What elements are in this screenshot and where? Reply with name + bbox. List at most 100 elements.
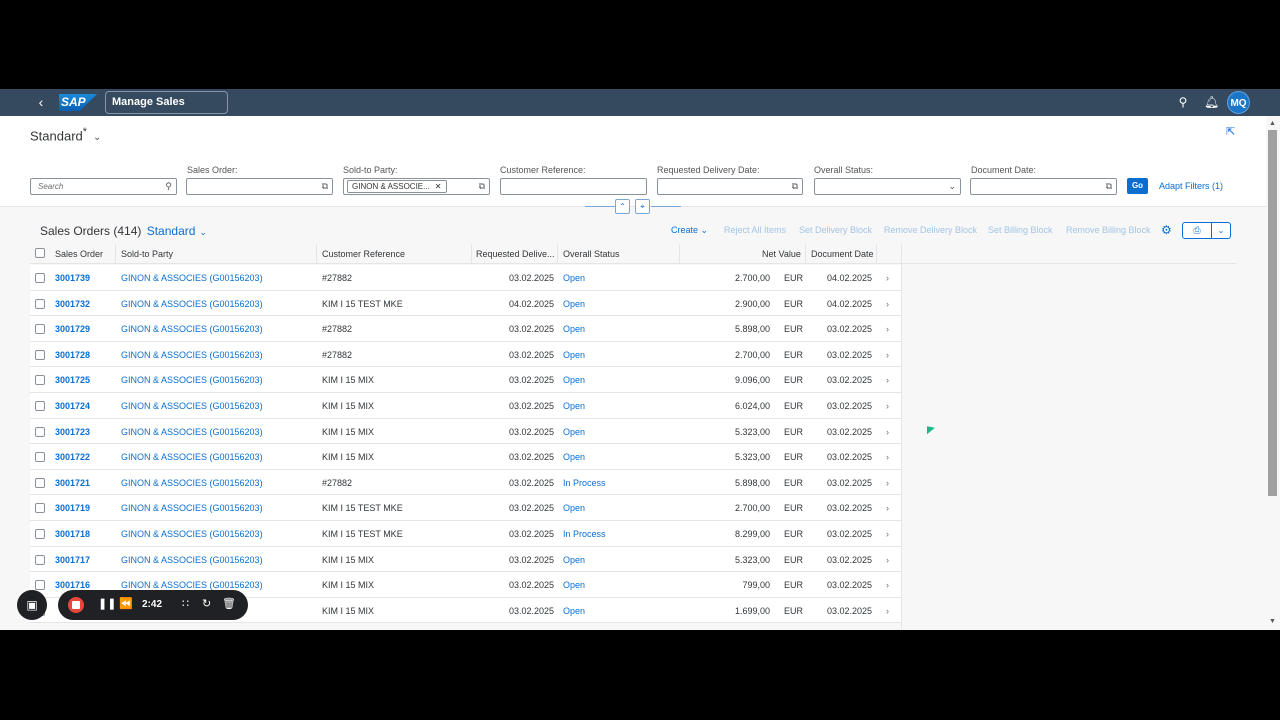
sales-order-link[interactable]: 3001723 xyxy=(55,427,90,437)
set-billing-block-button[interactable]: Set Billing Block xyxy=(988,225,1053,235)
value-help-icon[interactable]: ⧉ xyxy=(792,181,798,192)
rewind-icon[interactable]: ⏪ xyxy=(119,597,133,610)
row-navigation-icon[interactable]: › xyxy=(886,606,889,616)
row-checkbox[interactable] xyxy=(35,375,45,386)
customer-ref-field[interactable] xyxy=(500,178,647,195)
overall-status-link[interactable]: In Process xyxy=(563,529,606,539)
table-row[interactable]: 3001717 GINON & ASSOCIES (G00156203) KIM I… xyxy=(30,546,901,573)
row-checkbox[interactable] xyxy=(35,477,45,488)
column-header[interactable]: Net Value xyxy=(762,249,801,259)
sales-order-link[interactable]: 3001739 xyxy=(55,273,90,283)
overall-status-link[interactable]: Open xyxy=(563,324,585,334)
overall-status-link[interactable]: Open xyxy=(563,503,585,513)
row-checkbox[interactable] xyxy=(35,401,45,411)
column-header[interactable]: Sales Order xyxy=(55,249,103,259)
row-navigation-icon[interactable]: › xyxy=(886,555,889,565)
sold-to-party-link[interactable]: GINON & ASSOCIES (G00156203) xyxy=(121,503,263,513)
value-help-icon[interactable]: ⧉ xyxy=(1106,181,1112,192)
value-help-icon[interactable]: ⧉ xyxy=(479,181,485,192)
overall-status-link[interactable]: In Process xyxy=(563,478,606,488)
row-navigation-icon[interactable]: › xyxy=(886,375,889,385)
row-navigation-icon[interactable]: › xyxy=(886,299,889,309)
column-header[interactable]: Requested Delive... xyxy=(476,249,555,259)
scrollbar-thumb[interactable] xyxy=(1268,130,1277,496)
sold-to-party-link[interactable]: GINON & ASSOCIES (G00156203) xyxy=(121,273,263,283)
sales-order-link[interactable]: 3001717 xyxy=(55,555,90,565)
sap-logo[interactable]: SAP xyxy=(59,94,97,111)
grid-icon[interactable]: ∷ xyxy=(182,597,189,610)
variant-management[interactable]: Standard* ⌄ xyxy=(30,126,101,143)
row-checkbox[interactable] xyxy=(35,503,45,514)
column-header[interactable]: Customer Reference xyxy=(322,249,405,259)
row-checkbox[interactable] xyxy=(35,529,45,539)
export-icon[interactable]: ⎙ xyxy=(1183,223,1212,238)
sales-order-link[interactable]: 3001719 xyxy=(55,503,90,513)
table-row[interactable]: 3001732 GINON & ASSOCIES (G00156203) KIM I… xyxy=(30,290,901,317)
app-title-menu[interactable]: Manage Sales Orders▼ xyxy=(105,91,228,129)
table-row[interactable]: 3001728 GINON & ASSOCIES (G00156203) #2788… xyxy=(30,341,901,368)
row-navigation-icon[interactable]: › xyxy=(886,273,889,283)
restart-icon[interactable]: ↻ xyxy=(202,597,211,610)
overall-status-link[interactable]: Open xyxy=(563,606,585,616)
reject-all-button[interactable]: Reject All Items xyxy=(724,225,786,235)
chevron-down-icon[interactable]: ⌄ xyxy=(199,227,207,237)
sold-to-party-link[interactable]: GINON & ASSOCIES (G00156203) xyxy=(121,427,263,437)
sold-to-field[interactable]: GINON & ASSOCIE... ✕ ⧉ xyxy=(343,178,490,195)
scroll-down-icon[interactable]: ▼ xyxy=(1269,618,1276,625)
table-row[interactable]: 3001719 GINON & ASSOCIES (G00156203) KIM I… xyxy=(30,495,901,521)
row-navigation-icon[interactable]: › xyxy=(886,452,889,462)
sales-order-link[interactable]: 3001724 xyxy=(55,401,90,411)
row-navigation-icon[interactable]: › xyxy=(886,478,889,488)
row-navigation-icon[interactable]: › xyxy=(886,529,889,539)
sold-to-token[interactable]: GINON & ASSOCIE... ✕ xyxy=(347,180,447,193)
overall-status-link[interactable]: Open xyxy=(563,299,585,309)
table-row[interactable]: 3001722 GINON & ASSOCIES (G00156203) KIM I… xyxy=(30,444,901,470)
remove-delivery-block-button[interactable]: Remove Delivery Block xyxy=(884,225,977,235)
overall-status-link[interactable]: Open xyxy=(563,401,585,411)
table-row[interactable]: 3001723 GINON & ASSOCIES (G00156203) KIM I… xyxy=(30,418,901,445)
pause-icon[interactable]: ❚❚ xyxy=(98,597,116,610)
pin-header-button[interactable]: ⌖ xyxy=(635,199,650,214)
sales-order-link[interactable]: 3001716 xyxy=(55,580,90,590)
column-header[interactable]: Document Date xyxy=(811,249,874,259)
go-button[interactable]: Go xyxy=(1127,178,1148,194)
table-variant[interactable]: Standard xyxy=(147,224,196,238)
bell-icon[interactable]: 🔔︎ xyxy=(1204,95,1219,109)
token-remove-icon[interactable]: ✕ xyxy=(435,182,442,191)
sales-order-link[interactable]: 3001728 xyxy=(55,350,90,360)
avatar[interactable]: MQ xyxy=(1227,91,1250,114)
overall-status-link[interactable]: Open xyxy=(563,452,585,462)
table-row[interactable]: 3001739 GINON & ASSOCIES (G00156203) #2788… xyxy=(30,265,901,291)
sales-order-link[interactable]: 3001725 xyxy=(55,375,90,385)
sales-order-link[interactable]: 3001732 xyxy=(55,299,90,309)
row-checkbox[interactable] xyxy=(35,273,45,283)
back-icon[interactable]: ‹ xyxy=(34,95,48,109)
table-row[interactable]: 3001718 GINON & ASSOCIES (G00156203) KIM I… xyxy=(30,521,901,547)
sold-to-party-link[interactable]: GINON & ASSOCIES (G00156203) xyxy=(121,324,263,334)
table-row[interactable]: 3001729 GINON & ASSOCIES (G00156203) #2788… xyxy=(30,316,901,342)
row-navigation-icon[interactable]: › xyxy=(886,427,889,437)
adapt-filters-button[interactable]: Adapt Filters (1) xyxy=(1159,181,1223,191)
sales-order-link[interactable]: 3001718 xyxy=(55,529,90,539)
row-checkbox[interactable] xyxy=(35,452,45,463)
overall-status-select[interactable]: ⌄ xyxy=(814,178,961,195)
stop-recording-button[interactable] xyxy=(68,597,84,613)
search-input[interactable]: Search ⚲ xyxy=(30,178,177,195)
trash-icon[interactable]: 🗑︎ xyxy=(222,597,236,610)
overall-status-link[interactable]: Open xyxy=(563,580,585,590)
sales-order-field[interactable]: ⧉ xyxy=(186,178,333,195)
value-help-icon[interactable]: ⧉ xyxy=(322,181,328,192)
remove-billing-block-button[interactable]: Remove Billing Block xyxy=(1066,225,1151,235)
set-delivery-block-button[interactable]: Set Delivery Block xyxy=(799,225,872,235)
row-checkbox[interactable] xyxy=(35,298,45,309)
page-scrollbar[interactable]: ▲ ▼ xyxy=(1266,116,1280,630)
table-row[interactable]: 3001721 GINON & ASSOCIES (G00156203) #2788… xyxy=(30,469,901,496)
sold-to-party-link[interactable]: GINON & ASSOCIES (G00156203) xyxy=(121,529,263,539)
sales-order-link[interactable]: 3001729 xyxy=(55,324,90,334)
sales-order-link[interactable]: 3001722 xyxy=(55,452,90,462)
camera-icon[interactable]: ▣ xyxy=(17,590,47,620)
sold-to-party-link[interactable]: GINON & ASSOCIES (G00156203) xyxy=(121,580,263,590)
overall-status-link[interactable]: Open xyxy=(563,555,585,565)
sold-to-party-link[interactable]: GINON & ASSOCIES (G00156203) xyxy=(121,299,263,309)
share-icon[interactable]: ⇱ xyxy=(1226,125,1235,138)
